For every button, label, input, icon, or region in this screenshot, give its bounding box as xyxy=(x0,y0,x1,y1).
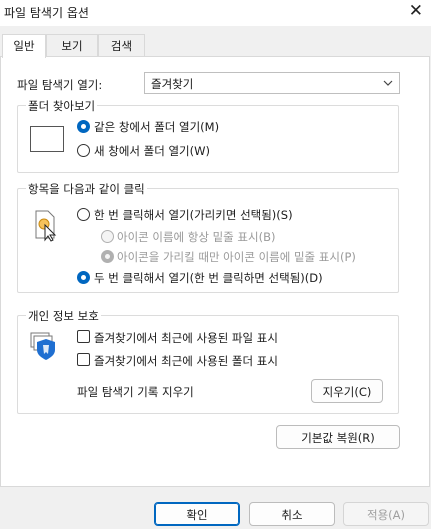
click-pointer-icon xyxy=(35,210,57,242)
title-bar: 파일 탐색기 옵션 ✕ xyxy=(0,0,431,26)
close-icon[interactable]: ✕ xyxy=(409,1,423,21)
click-items-title: 항목을 다음과 같이 클릭 xyxy=(26,181,147,197)
open-explorer-value: 즐겨찾기 xyxy=(151,77,194,91)
privacy-shield-icon xyxy=(30,332,55,360)
restore-defaults-button[interactable]: 기본값 복원(R) xyxy=(276,425,400,449)
underline-always-radio xyxy=(101,230,114,243)
underline-hover-label: 아이콘을 가리킬 때만 아이콘 이름에 밑줄 표시(P) xyxy=(117,250,356,264)
recent-files-label[interactable]: 즐겨찾기에서 최근에 사용된 파일 표시 xyxy=(94,330,278,346)
window-title: 파일 탐색기 옵션 xyxy=(4,6,89,20)
recent-files-checkbox[interactable] xyxy=(77,330,90,343)
tab-general[interactable]: 일반 xyxy=(2,34,46,58)
cancel-button[interactable]: 취소 xyxy=(249,502,335,526)
chevron-down-icon xyxy=(383,80,393,86)
recent-folders-label[interactable]: 즐겨찾기에서 최근에 사용된 폴더 표시 xyxy=(94,353,278,369)
same-window-label[interactable]: 같은 창에서 폴더 열기(M) xyxy=(94,119,219,135)
new-window-radio[interactable] xyxy=(77,144,90,157)
open-explorer-label: 파일 탐색기 열기: xyxy=(17,78,103,92)
clear-history-label: 파일 탐색기 기록 지우기 xyxy=(77,385,194,399)
apply-button: 적용(A) xyxy=(343,502,429,526)
single-click-label[interactable]: 한 번 클릭해서 열기(가리키면 선택됨)(S) xyxy=(94,207,293,223)
recent-folders-checkbox[interactable] xyxy=(77,353,90,366)
privacy-title: 개인 정보 보호 xyxy=(26,308,101,324)
tab-view[interactable]: 보기 xyxy=(46,34,98,56)
single-click-radio[interactable] xyxy=(77,208,90,221)
underline-hover-radio xyxy=(101,250,114,263)
tab-search[interactable]: 검색 xyxy=(98,34,145,56)
browse-folders-group: 폴더 찾아보기 xyxy=(17,98,399,173)
open-explorer-dropdown[interactable]: 즐겨찾기 xyxy=(144,72,400,94)
browse-folders-title: 폴더 찾아보기 xyxy=(26,98,98,114)
ok-button[interactable]: 확인 xyxy=(154,502,240,526)
clear-history-button[interactable]: 지우기(C) xyxy=(311,379,383,403)
window-icon xyxy=(30,126,64,152)
underline-always-label: 아이콘 이름에 항상 밑줄 표시(B) xyxy=(117,230,276,244)
double-click-label[interactable]: 두 번 클릭해서 열기(한 번 클릭하면 선택됨)(D) xyxy=(94,270,323,286)
double-click-radio[interactable] xyxy=(77,271,90,284)
tab-strip: 일반 보기 검색 xyxy=(0,34,431,58)
new-window-label[interactable]: 새 창에서 폴더 열기(W) xyxy=(94,143,210,159)
same-window-radio[interactable] xyxy=(77,120,90,133)
